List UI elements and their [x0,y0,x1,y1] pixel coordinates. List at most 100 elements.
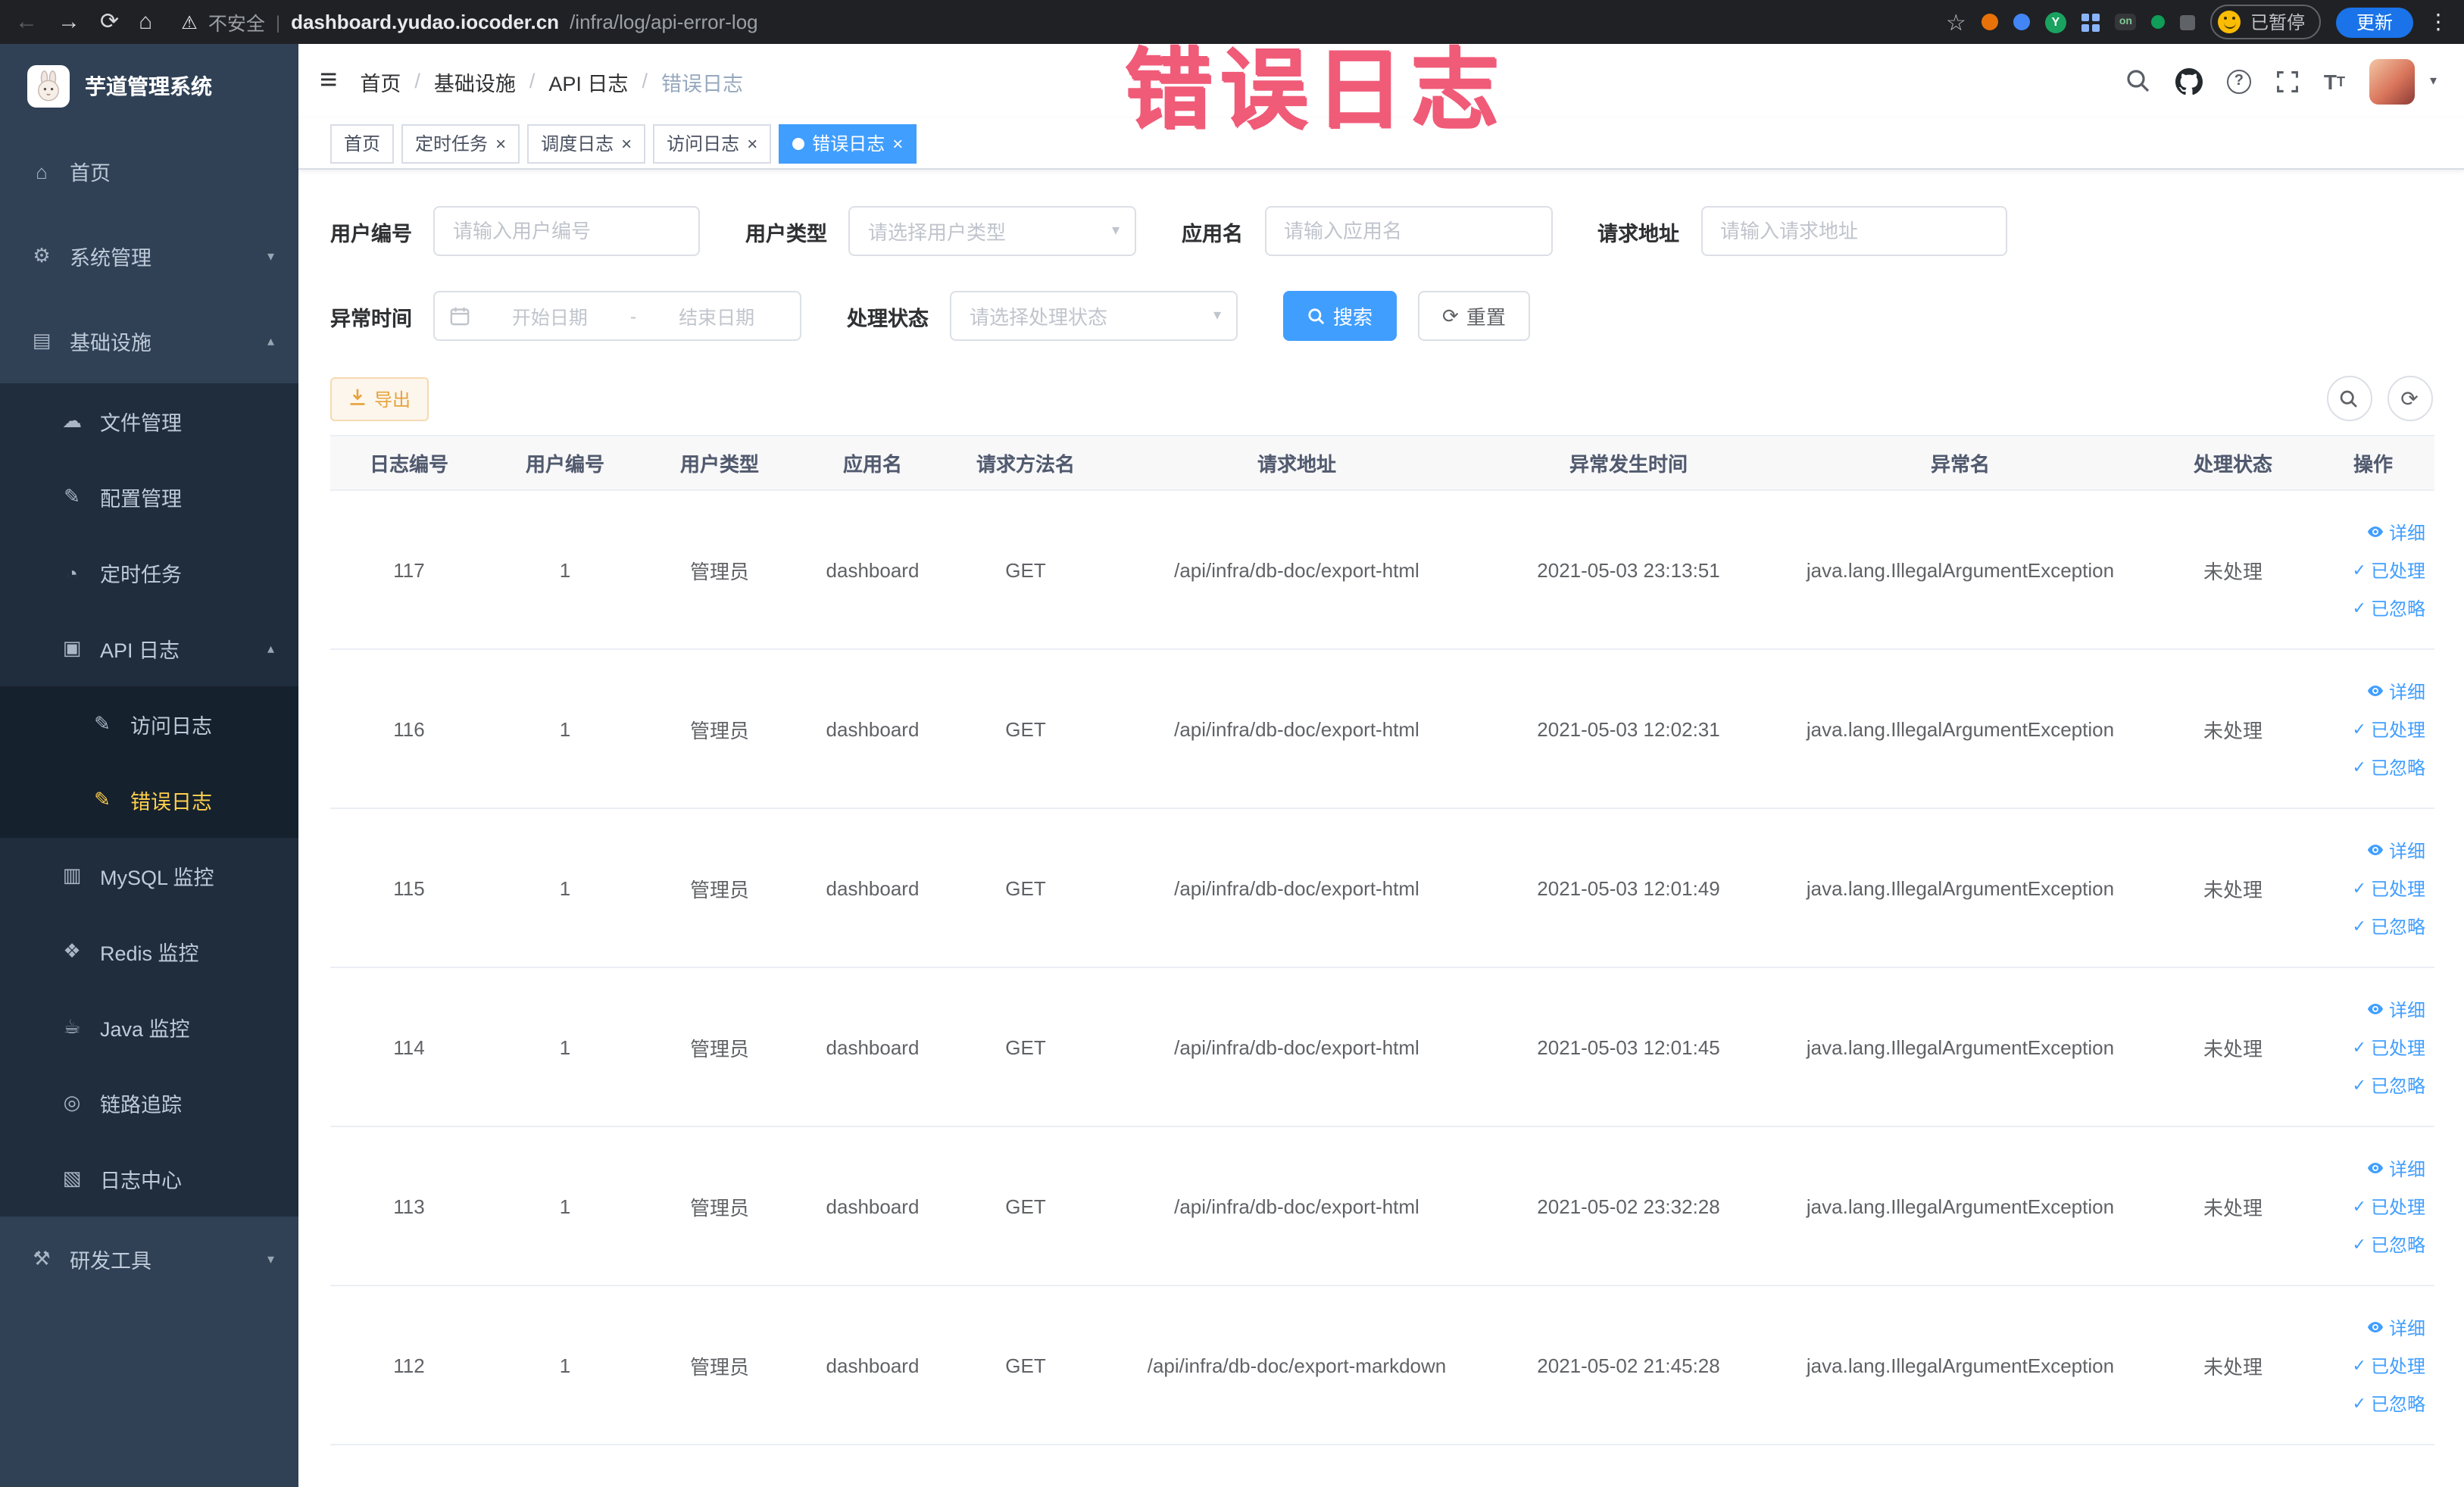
mark-processed-link[interactable]: ✓ 已处理 [2353,875,2425,901]
sidebar-item-api-logs[interactable]: ▣ API 日志 ▴ [0,611,298,686]
extension-icon-grid[interactable] [2081,13,2100,31]
date-range-picker[interactable]: 开始日期 - 结束日期 [433,291,801,341]
mark-ignored-link[interactable]: ✓ 已忽略 [2353,754,2425,779]
detail-link[interactable]: 详细 [2366,678,2425,704]
extension-icon-blue[interactable] [2013,14,2030,30]
extensions-pin-icon[interactable] [2180,14,2196,30]
mark-ignored-link[interactable]: ✓ 已忽略 [2353,1231,2425,1257]
refresh-table-button[interactable]: ⟳ [2387,376,2432,421]
sidebar-item-infrastructure[interactable]: ▤ 基础设施 ▴ [0,298,298,383]
tab-error-log[interactable]: 错误日志 × [779,123,917,163]
sidebar-logo[interactable]: 芋道管理系统 [0,44,298,129]
table-body: 117 1 管理员 dashboard GET /api/infra/db-do… [330,490,2434,1445]
end-date-placeholder[interactable]: 结束日期 [648,301,785,330]
address-bar[interactable]: ⚠ 不安全 | dashboard.yudao.iocoder.cn /infr… [181,8,757,36]
mark-ignored-link[interactable]: ✓ 已忽略 [2353,913,2425,939]
mark-ignored-link[interactable]: ✓ 已忽略 [2353,595,2425,620]
github-icon[interactable] [2175,67,2203,95]
tab-schedule-log[interactable]: 调度日志 × [527,123,646,163]
refresh-icon: ⟳ [1442,304,1459,326]
search-button[interactable]: 搜索 [1283,291,1398,341]
detail-link[interactable]: 详细 [2366,1155,2425,1181]
bookmark-star-icon[interactable]: ☆ [1946,8,1966,36]
sidebar-item-file-mgmt[interactable]: ☁ 文件管理 [0,383,298,459]
sidebar-item-error-log[interactable]: ✎ 错误日志 [0,762,298,838]
mark-processed-link[interactable]: ✓ 已处理 [2353,716,2425,742]
user-type-select[interactable]: 请选择用户类型 ▾ [848,206,1136,256]
sidebar-item-config-mgmt[interactable]: ✎ 配置管理 [0,459,298,535]
paused-button[interactable]: 已暂停 [2210,5,2322,39]
forward-icon[interactable]: → [58,11,80,33]
sidebar-item-home[interactable]: ⌂ 首页 [0,129,298,214]
detail-link[interactable]: 详细 [2366,519,2425,545]
sidebar-item-cron-jobs[interactable]: ◔ 定时任务 [0,535,298,611]
help-icon[interactable]: ? [2226,69,2251,93]
request-url-input[interactable] [1700,206,2006,256]
sidebar-item-access-log[interactable]: ✎ 访问日志 [0,686,298,762]
sidebar-item-tracing[interactable]: ◎ 链路追踪 [0,1065,298,1141]
extension-icon-leaf[interactable] [2151,15,2166,29]
document-icon: ✎ [94,788,111,811]
toggle-search-button[interactable] [2326,376,2372,421]
detail-link[interactable]: 详细 [2366,1314,2425,1340]
tools-icon: ⚒ [33,1247,51,1270]
app-name-input[interactable] [1264,206,1552,256]
sidebar-item-label: 链路追踪 [100,1094,182,1117]
column-header: 处理状态 [2154,435,2312,491]
breadcrumb-item[interactable]: 首页 [360,66,401,96]
extension-icon-green-y[interactable]: Y [2044,11,2066,33]
close-icon[interactable]: × [495,134,506,152]
action-label: 已处理 [2370,1037,2425,1058]
edit-icon: ✎ [64,485,80,508]
redis-icon: ❖ [63,939,81,962]
start-date-placeholder[interactable]: 开始日期 [482,301,618,330]
export-button[interactable]: 导出 [330,376,429,420]
mark-processed-link[interactable]: ✓ 已处理 [2353,557,2425,583]
detail-link[interactable]: 详细 [2366,837,2425,863]
column-header: 请求地址 [1103,435,1491,491]
update-button[interactable]: 更新 [2336,7,2412,37]
sidebar-item-dev-tools[interactable]: ⚒ 研发工具 ▾ [0,1217,298,1301]
detail-link[interactable]: 详细 [2366,996,2425,1022]
sidebar-item-log-center[interactable]: ▧ 日志中心 [0,1141,298,1217]
fullscreen-icon[interactable] [2275,69,2300,93]
reload-icon[interactable]: ⟳ [100,11,119,33]
sidebar-item-java-monitor[interactable]: ☕ Java 监控 [0,989,298,1065]
eye-icon [2367,845,2383,855]
user-id-input[interactable] [433,206,700,256]
tab-cron-jobs[interactable]: 定时任务 × [401,123,520,163]
mark-ignored-link[interactable]: ✓ 已忽略 [2353,1072,2425,1098]
back-icon[interactable]: ← [15,11,38,33]
breadcrumb-item[interactable]: API 日志 [548,66,628,96]
extension-icon-orange[interactable] [1981,14,1998,30]
extension-icon-on-badge[interactable]: on [2114,14,2137,30]
breadcrumb-item[interactable]: 基础设施 [434,66,516,96]
caret-down-icon[interactable]: ▾ [2430,73,2437,89]
tab-home[interactable]: 首页 [330,123,395,163]
cell-actions: 详细 ✓ 已处理 ✓ 已忽略 [2312,649,2434,809]
sidebar-item-redis-monitor[interactable]: ❖ Redis 监控 [0,914,298,989]
close-icon[interactable]: × [621,134,632,152]
mark-processed-link[interactable]: ✓ 已处理 [2353,1193,2425,1219]
avatar[interactable] [2369,58,2415,104]
field-label: 用户类型 [745,222,827,245]
field-label: 异常时间 [330,307,412,330]
mark-ignored-link[interactable]: ✓ 已忽略 [2353,1390,2425,1416]
check-icon: ✓ [2352,561,2366,579]
mark-processed-link[interactable]: ✓ 已处理 [2353,1352,2425,1378]
breadcrumb-current: 错误日志 [661,72,743,95]
close-icon[interactable]: × [892,134,903,152]
process-status-select[interactable]: 请选择处理状态 ▾ [950,291,1238,341]
font-size-icon[interactable]: TT [2324,69,2345,93]
search-icon[interactable] [2125,68,2151,94]
browser-menu-icon[interactable]: ⋮ [2428,9,2449,35]
hamburger-icon[interactable]: ≡ [298,64,360,98]
home-nav-icon[interactable]: ⌂ [139,11,152,33]
tab-access-log[interactable]: 访问日志 × [653,123,772,163]
close-icon[interactable]: × [747,134,757,152]
reset-button[interactable]: ⟳ 重置 [1418,291,1530,341]
sidebar-item-mysql-monitor[interactable]: ▥ MySQL 监控 [0,838,298,914]
sidebar-item-system-mgmt[interactable]: ⚙ 系统管理 ▾ [0,214,298,298]
java-icon: ☕ [63,1015,81,1038]
mark-processed-link[interactable]: ✓ 已处理 [2353,1034,2425,1060]
